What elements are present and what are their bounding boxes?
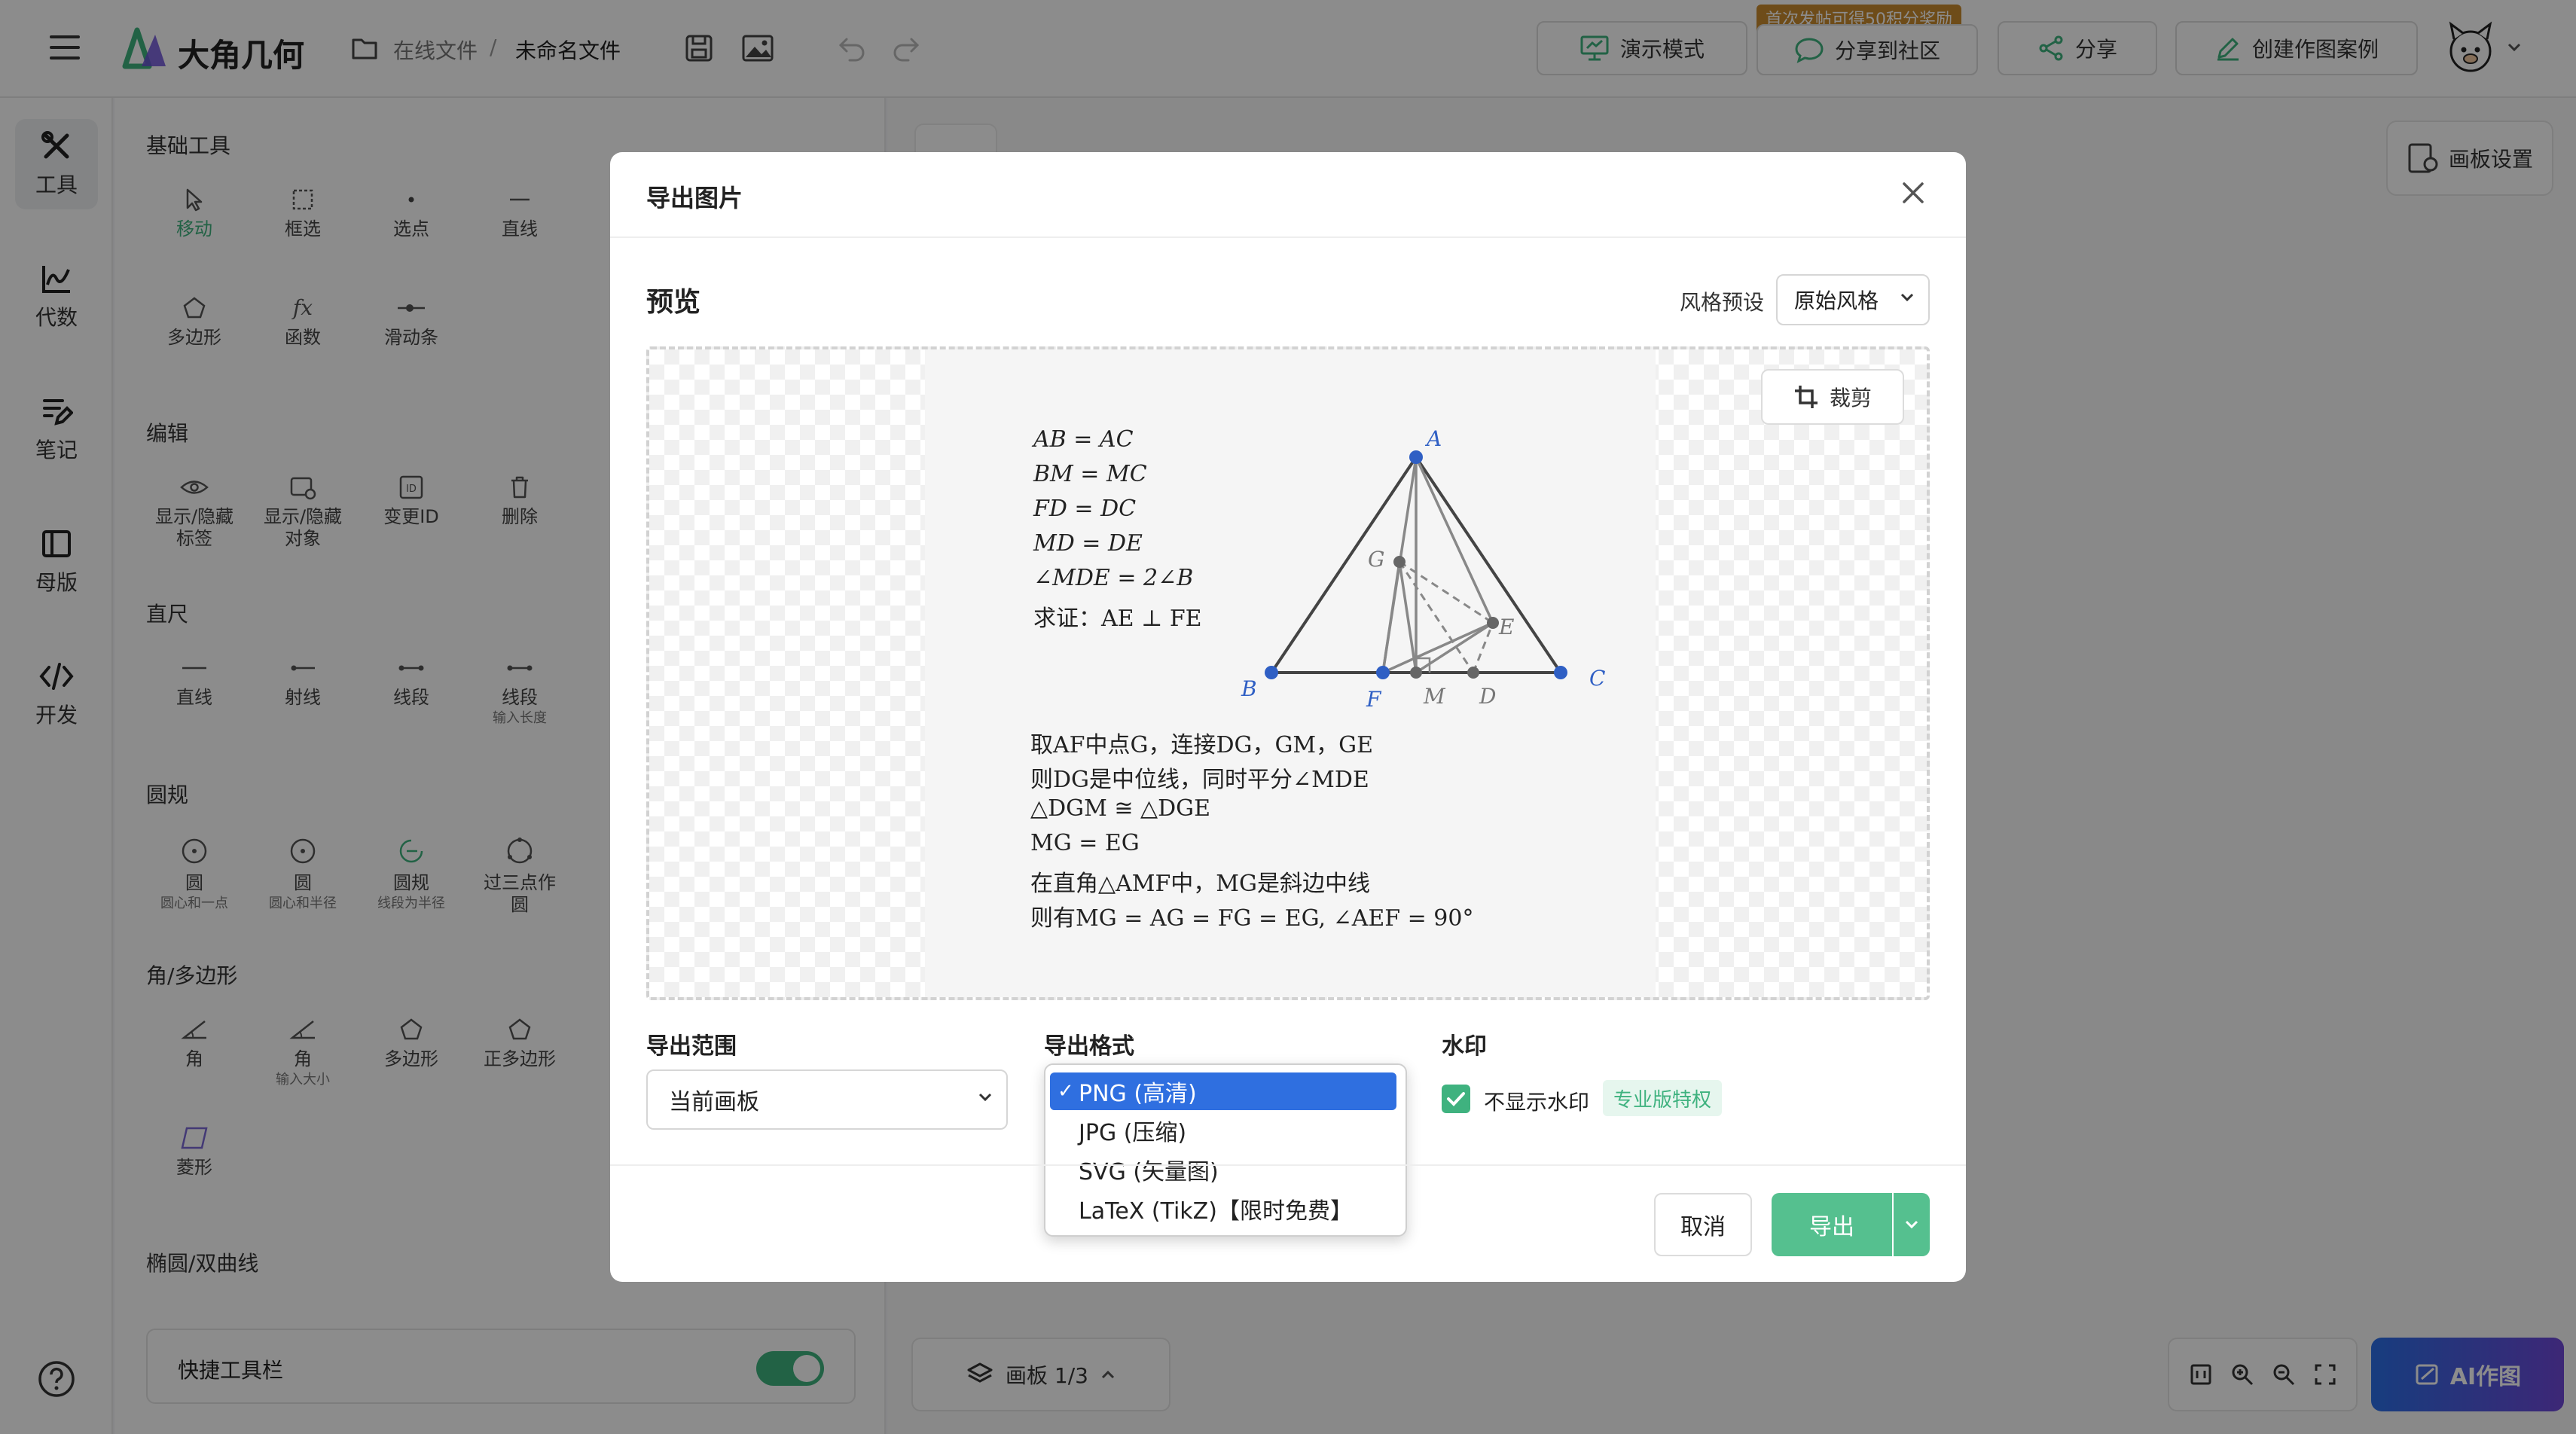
crop-label: 裁剪	[1829, 386, 1872, 410]
given-line: 求证：AE ⊥ FE	[1033, 600, 1202, 633]
given-text: FD = DC	[1033, 496, 1137, 522]
crop-button[interactable]: 裁剪	[1761, 369, 1904, 425]
style-preset-select[interactable]: 原始风格	[1776, 274, 1930, 325]
label-M: M	[1423, 684, 1446, 709]
format-option-png[interactable]: ✓ PNG (高清)	[1050, 1072, 1396, 1110]
check-icon: ✓	[1058, 1080, 1074, 1103]
label-G: G	[1368, 547, 1384, 572]
preview-heading: 预览	[646, 287, 701, 318]
point-G	[1393, 556, 1406, 568]
given-text: ∠MDE = 2∠B	[1033, 565, 1194, 591]
format-option-jpg[interactable]: JPG (压缩)	[1050, 1112, 1396, 1149]
points	[1265, 450, 1567, 679]
crop-icon	[1793, 384, 1819, 410]
dialog-title: 导出图片	[646, 184, 743, 212]
format-option-label: LaTeX (TikZ)【限时免费】	[1079, 1198, 1353, 1225]
given-line: ∠MDE = 2∠B	[1033, 565, 1193, 591]
export-format-label: 导出格式	[1044, 1033, 1134, 1060]
style-preset-label: 风格预设	[1680, 290, 1765, 315]
point-B	[1265, 666, 1278, 679]
point-F	[1376, 666, 1390, 679]
proof-line: 则有MG = AG = FG = EG, ∠AEF = 90°	[1030, 905, 1474, 932]
export-format-dropdown[interactable]: ✓ PNG (高清) JPG (压缩) SVG (矢量图) LaTeX (Tik…	[1044, 1063, 1407, 1237]
checkmark-icon	[1446, 1091, 1466, 1107]
label-E: E	[1498, 615, 1514, 639]
proof-line: △DGM ≅ △DGE	[1030, 795, 1211, 822]
given-text: 求证：AE ⊥ FE	[1033, 606, 1202, 632]
given-line: FD = DC	[1033, 496, 1136, 522]
construction-lines	[1381, 456, 1494, 674]
label-F: F	[1366, 687, 1382, 712]
style-preset-value: 原始风格	[1794, 288, 1879, 313]
export-label: 导出	[1809, 1214, 1854, 1240]
point-C	[1554, 666, 1567, 679]
given-text: AB = AC	[1033, 426, 1134, 453]
export-button[interactable]: 导出	[1772, 1193, 1892, 1256]
proof-line: 取AF中点G，连接DG，GM，GE	[1030, 732, 1374, 758]
pro-badge: 专业版特权	[1603, 1080, 1723, 1116]
no-watermark-checkbox[interactable]	[1442, 1085, 1470, 1113]
export-range-value: 当前画板	[669, 1089, 759, 1115]
label-A: A	[1424, 426, 1442, 451]
point-M	[1410, 667, 1422, 679]
proof-line: 则DG是中位线，同时平分∠MDE	[1030, 767, 1369, 793]
proof-line: 在直角△AMF中，MG是斜边中线	[1030, 871, 1370, 897]
point-D	[1467, 667, 1479, 679]
label-D: D	[1479, 684, 1496, 709]
chevron-down-icon	[978, 1092, 993, 1103]
given-line: MD = DE	[1033, 530, 1143, 557]
export-range-select[interactable]: 当前画板	[646, 1069, 1008, 1130]
cancel-label: 取消	[1680, 1214, 1726, 1240]
format-option-label: PNG (高清)	[1079, 1081, 1197, 1107]
point-E	[1487, 617, 1499, 629]
chevron-down-icon	[1900, 292, 1915, 303]
proof-line: MG = EG	[1030, 830, 1140, 856]
export-image-dialog: 导出图片 预览 风格预设 原始风格 AB = AC BM = MC FD = D…	[610, 152, 1966, 1282]
no-watermark-label[interactable]: 不显示水印	[1484, 1086, 1589, 1116]
preview-frame: AB = AC BM = MC FD = DC MD = DE ∠MDE = 2…	[646, 346, 1930, 1000]
close-icon[interactable]	[1898, 178, 1928, 208]
label-B: B	[1241, 676, 1257, 701]
point-A	[1409, 450, 1423, 464]
dialog-footer-divider	[610, 1164, 1966, 1166]
watermark-label: 水印	[1442, 1033, 1487, 1060]
triangle-ABC	[1268, 454, 1564, 674]
preview-image: AB = AC BM = MC FD = DC MD = DE ∠MDE = 2…	[925, 349, 1656, 997]
given-text: MD = DE	[1033, 530, 1143, 557]
label-C: C	[1589, 666, 1605, 691]
given-line: AB = AC	[1033, 426, 1134, 453]
chevron-down-icon	[1904, 1219, 1919, 1230]
format-option-latex[interactable]: LaTeX (TikZ)【限时免费】	[1050, 1190, 1396, 1228]
export-options-button[interactable]	[1894, 1193, 1930, 1256]
given-line: BM = MC	[1033, 461, 1147, 487]
dialog-header-divider	[610, 236, 1966, 238]
format-option-svg[interactable]: SVG (矢量图)	[1050, 1151, 1396, 1188]
given-text: BM = MC	[1033, 461, 1147, 487]
format-option-label: JPG (压缩)	[1079, 1120, 1187, 1146]
cancel-button[interactable]: 取消	[1654, 1193, 1752, 1256]
format-option-label: SVG (矢量图)	[1079, 1159, 1219, 1185]
dashed-lines	[1398, 560, 1494, 674]
export-range-label: 导出范围	[646, 1033, 737, 1060]
